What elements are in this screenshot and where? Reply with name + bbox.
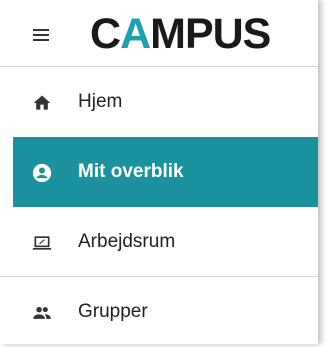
- nav-item-label: Hjem: [78, 91, 123, 112]
- logo-letters-mpus: MPUS: [150, 10, 271, 58]
- nav-item-mit-overblik[interactable]: Mit overblik: [13, 137, 318, 207]
- nav-item-grupper[interactable]: Grupper: [0, 277, 318, 347]
- hamburger-menu-icon[interactable]: [33, 29, 49, 41]
- group-icon: [33, 306, 51, 319]
- campus-logo[interactable]: CAMPUS: [90, 10, 271, 58]
- nav-menu: Hjem Mit overblik Arbejdsrum Grupper: [0, 67, 318, 347]
- nav-item-label: Arbejdsrum: [78, 231, 176, 252]
- nav-item-hjem[interactable]: Hjem: [0, 67, 318, 137]
- home-icon: [33, 95, 51, 110]
- logo-letter-c: C: [90, 10, 121, 58]
- nav-item-label: Mit overblik: [78, 161, 184, 182]
- nav-item-label: Grupper: [78, 301, 148, 322]
- nav-item-arbejdsrum[interactable]: Arbejdsrum: [0, 207, 318, 277]
- drawer-header: CAMPUS: [0, 0, 318, 67]
- laptop-icon: [32, 236, 52, 250]
- logo-letter-a: A: [120, 10, 151, 58]
- account-circle-icon: [32, 163, 52, 183]
- navigation-drawer: CAMPUS Hjem Mit overblik Arbejdsrum Grup…: [0, 0, 318, 344]
